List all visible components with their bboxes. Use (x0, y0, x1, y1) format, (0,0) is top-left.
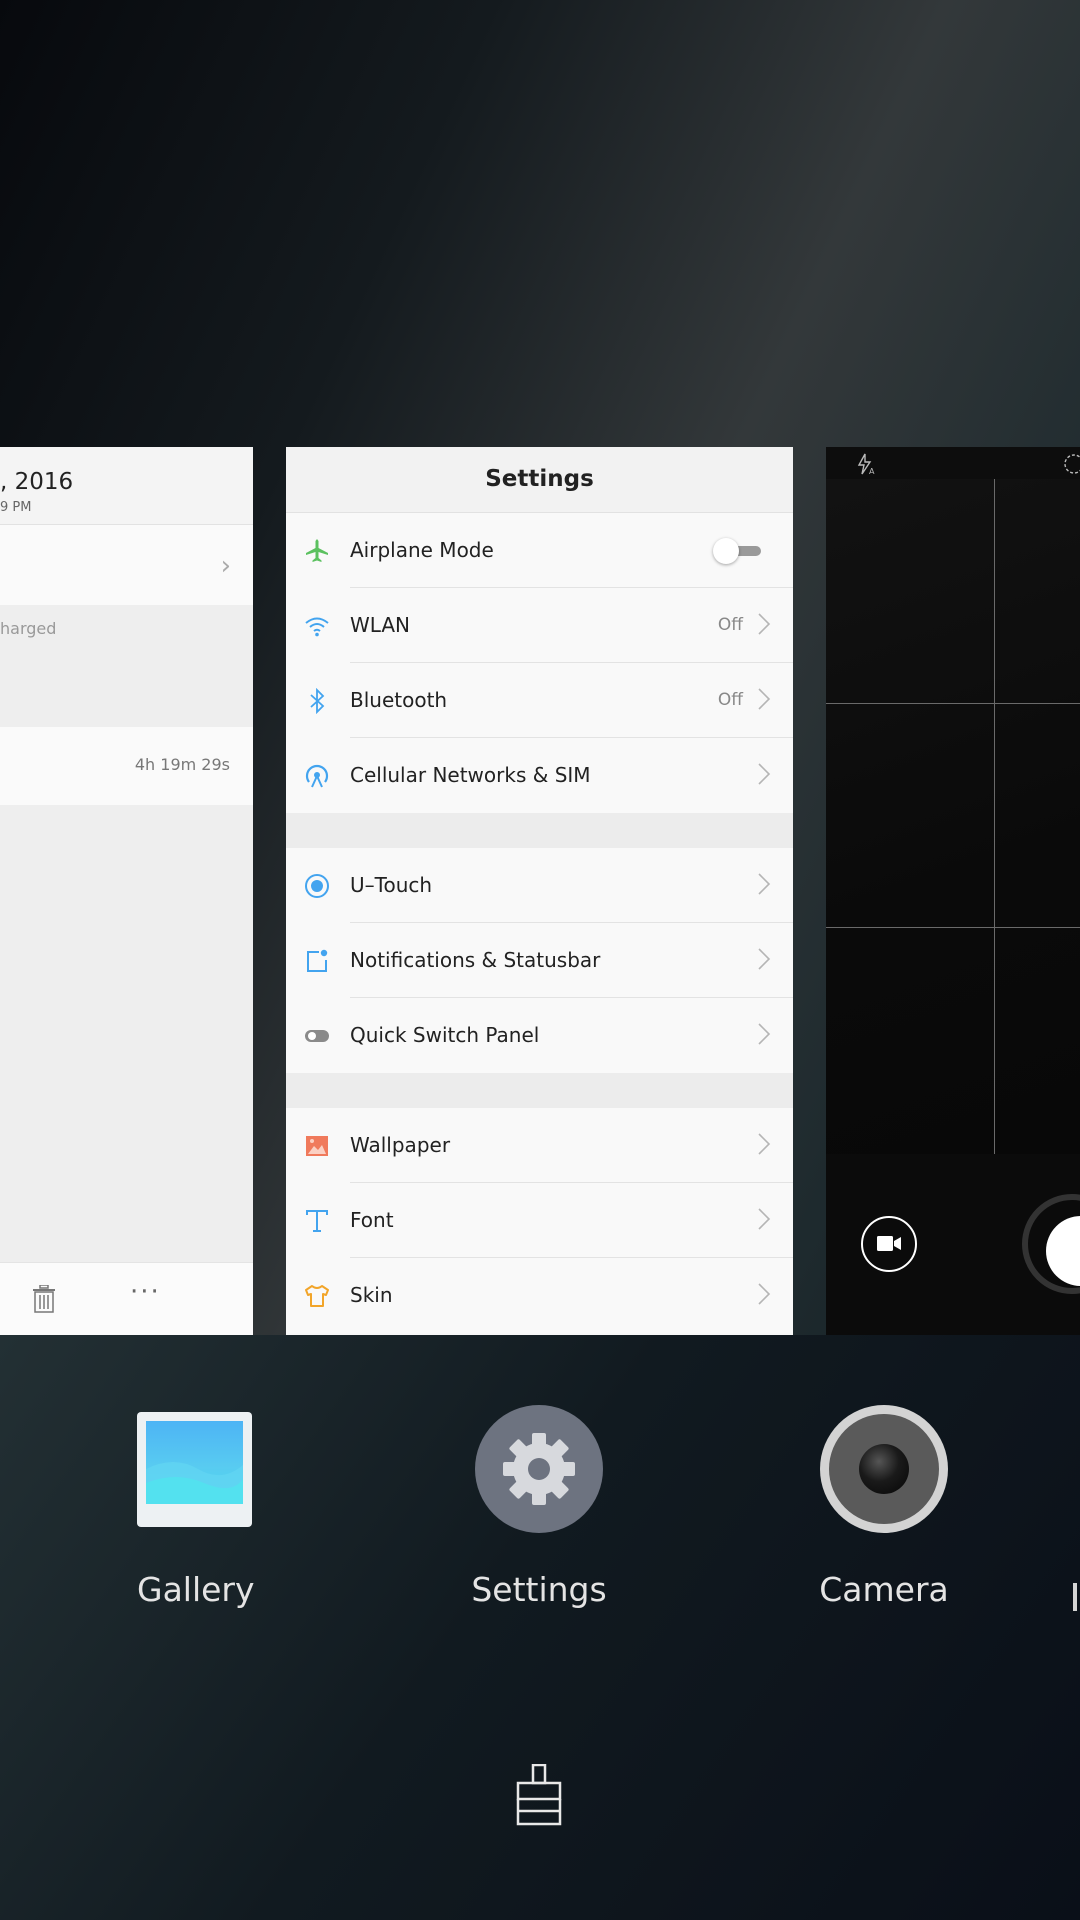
settings-title: Settings (286, 447, 793, 513)
settings-item-quick-switch[interactable]: Quick Switch Panel (286, 998, 793, 1073)
card-footer: ··· (0, 1262, 253, 1335)
gallery-picture (146, 1421, 243, 1504)
settings-item-skin[interactable]: Skin (286, 1258, 793, 1333)
wifi-icon (305, 617, 329, 637)
bluetooth-icon (310, 688, 325, 714)
gear-icon (503, 1433, 575, 1505)
settings-item-label: Skin (350, 1283, 393, 1307)
settings-item-wlan[interactable]: WLAN Off (286, 588, 793, 663)
chevron-right-icon (758, 688, 771, 710)
quick-switch-icon (305, 1030, 329, 1042)
settings-item-airplane-mode[interactable]: Airplane Mode (286, 513, 793, 588)
camera-top-bar: A (826, 447, 1080, 479)
wave-graphic (146, 1462, 243, 1504)
wlan-status: Off (717, 615, 743, 635)
settings-item-label: Quick Switch Panel (350, 1023, 540, 1047)
font-icon (306, 1210, 328, 1232)
settings-item-wallpaper[interactable]: Wallpaper (286, 1108, 793, 1183)
settings-item-cellular[interactable]: Cellular Networks & SIM (286, 738, 793, 813)
camera-app-icon[interactable] (820, 1405, 948, 1533)
list-item[interactable]: › (0, 525, 253, 605)
settings-item-label: Font (350, 1208, 394, 1232)
card-header: , 2016 9 PM (0, 447, 253, 525)
section-gap (286, 1073, 793, 1108)
chevron-right-icon (758, 1208, 771, 1230)
section-gap (286, 813, 793, 848)
recent-app-card-camera[interactable]: A (826, 447, 1080, 1335)
settings-item-u-touch[interactable]: U–Touch (286, 848, 793, 923)
chevron-right-icon (758, 763, 771, 785)
list-item[interactable]: 4h 19m 29s (0, 727, 253, 805)
more-icon[interactable]: ··· (130, 1277, 161, 1307)
chevron-right-icon (758, 873, 771, 895)
app-label-settings[interactable]: Settings (459, 1570, 619, 1609)
settings-gear-icon[interactable] (475, 1405, 603, 1533)
chevron-right-icon (758, 1133, 771, 1155)
chevron-right-icon (758, 1283, 771, 1305)
settings-item-notifications[interactable]: Notifications & Statusbar (286, 923, 793, 998)
notification-icon (307, 949, 328, 972)
settings-item-label: U–Touch (350, 873, 433, 897)
chevron-right-icon: › (220, 551, 231, 581)
app-label-camera[interactable]: Camera (804, 1570, 964, 1609)
time-text: 9 PM (0, 500, 32, 515)
camera-ring (829, 1414, 939, 1524)
settings-item-label: WLAN (350, 613, 411, 637)
airplane-icon (306, 539, 328, 562)
wallpaper-icon (306, 1136, 328, 1156)
cellular-icon (305, 764, 329, 788)
camera-viewfinder[interactable] (826, 479, 1080, 1154)
charged-text: harged (0, 619, 57, 638)
shutter-inner (1046, 1216, 1080, 1286)
video-camera-icon (877, 1236, 901, 1251)
settings-item-label: Wallpaper (350, 1133, 451, 1157)
grid-line (994, 479, 995, 1154)
gallery-icon[interactable] (137, 1412, 252, 1527)
grid-line (826, 703, 1080, 704)
video-mode-button[interactable] (861, 1216, 917, 1272)
airplane-mode-toggle[interactable] (713, 538, 765, 564)
grid-line (826, 927, 1080, 928)
date-text: , 2016 (0, 469, 74, 495)
shutter-button[interactable] (1022, 1194, 1080, 1294)
chevron-right-icon (758, 1023, 771, 1045)
camera-controls (826, 1154, 1080, 1335)
svg-text:A: A (869, 467, 875, 475)
toggle-knob (713, 538, 739, 564)
recent-app-card-settings[interactable]: Settings Airplane Mode WLAN Off Bluetoot… (286, 447, 793, 1335)
settings-item-label: Notifications & Statusbar (350, 948, 601, 972)
settings-item-label: Cellular Networks & SIM (350, 763, 591, 787)
settings-item-bluetooth[interactable]: Bluetooth Off (286, 663, 793, 738)
clear-all-broom-icon[interactable] (513, 1764, 565, 1826)
bluetooth-status: Off (717, 690, 743, 710)
camera-lens (859, 1444, 909, 1494)
skin-icon (305, 1285, 329, 1307)
timer-icon[interactable] (1063, 453, 1080, 475)
settings-item-label: Bluetooth (350, 688, 448, 712)
settings-item-label: Airplane Mode (350, 538, 494, 562)
duration-text: 4h 19m 29s (134, 755, 230, 774)
app-label-gallery[interactable]: Gallery (137, 1570, 255, 1609)
settings-item-font[interactable]: Font (286, 1183, 793, 1258)
trash-icon[interactable] (32, 1285, 56, 1313)
chevron-right-icon (758, 613, 771, 635)
next-app-label-partial (1073, 1583, 1077, 1611)
u-touch-icon (305, 874, 329, 898)
flash-auto-icon[interactable]: A (856, 453, 876, 475)
chevron-right-icon (758, 948, 771, 970)
recent-app-card-left[interactable]: , 2016 9 PM › harged 4h 19m 29s ··· (0, 447, 253, 1335)
